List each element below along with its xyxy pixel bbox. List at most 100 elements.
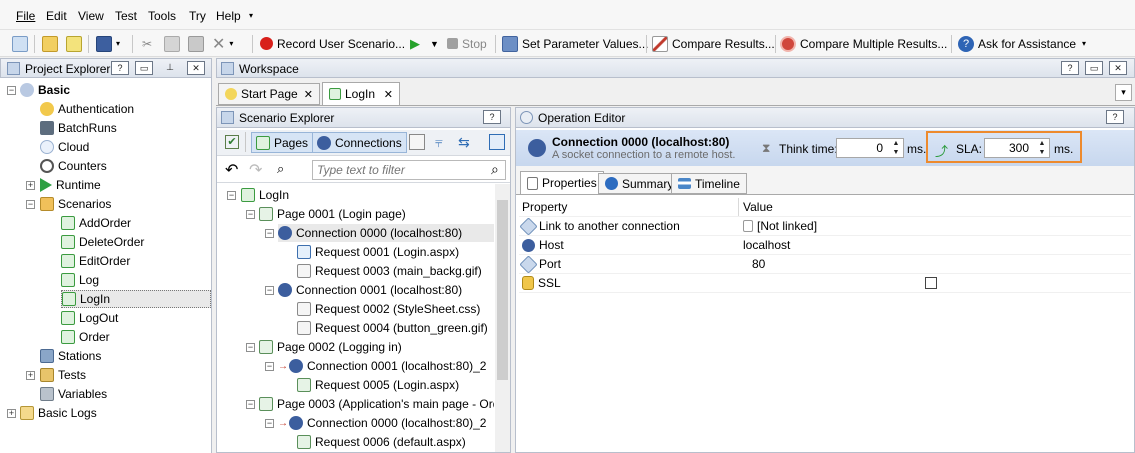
tabs-dropdown-icon[interactable]: ▾: [1115, 84, 1132, 101]
tree-item-scenario-log[interactable]: Log: [61, 271, 99, 289]
expand-toggle[interactable]: −: [246, 343, 255, 352]
tree-request[interactable]: Request 0001 (Login.aspx): [297, 243, 459, 261]
tree-item-authentication[interactable]: Authentication: [40, 100, 134, 118]
sort-icon[interactable]: ⇆: [458, 134, 474, 150]
settings-icon[interactable]: [489, 134, 505, 150]
tree-item-counters[interactable]: Counters: [40, 157, 107, 175]
open-folder-icon[interactable]: [42, 34, 62, 53]
cut-icon[interactable]: ✂: [142, 34, 152, 53]
help-icon[interactable]: ?: [111, 61, 129, 75]
tree-page[interactable]: Page 0001 (Login page): [259, 205, 406, 223]
search-icon[interactable]: ⌕: [491, 161, 499, 178]
copy-icon[interactable]: [409, 134, 425, 150]
tree-item-cloud[interactable]: Cloud: [40, 138, 89, 156]
tab-login[interactable]: LogIn ✕: [322, 82, 400, 105]
expand-toggle[interactable]: −: [246, 210, 255, 219]
menu-tools[interactable]: Tools: [148, 9, 176, 23]
record-button[interactable]: Record User Scenario...: [260, 34, 405, 53]
help-icon[interactable]: ?: [1061, 61, 1079, 75]
property-value-host[interactable]: localhost: [743, 236, 790, 254]
property-value-port[interactable]: 80: [752, 255, 765, 273]
tree-page[interactable]: Page 0003 (Application's main page - Ord…: [259, 395, 494, 413]
close-icon[interactable]: ✕: [187, 61, 205, 75]
scrollbar-thumb[interactable]: [497, 200, 508, 380]
tree-request[interactable]: Request 0003 (main_backg.gif): [297, 262, 482, 280]
tab-summary[interactable]: Summary: [598, 173, 681, 194]
set-parameter-values-button[interactable]: Set Parameter Values...: [502, 34, 649, 53]
tree-item-scenario-addorder[interactable]: AddOrder: [61, 214, 131, 232]
tab-timeline[interactable]: Timeline: [671, 173, 747, 194]
property-row-ssl[interactable]: SSL: [522, 274, 561, 292]
tree-item-scenario-logout[interactable]: LogOut: [61, 309, 118, 327]
tab-properties[interactable]: Properties: [520, 171, 604, 194]
help-icon[interactable]: ?: [1106, 110, 1124, 124]
tree-item-scenario-order[interactable]: Order: [61, 328, 110, 346]
expand-toggle[interactable]: −: [265, 229, 274, 238]
connections-button[interactable]: Connections: [312, 132, 407, 153]
expand-toggle[interactable]: −: [265, 419, 274, 428]
save-icon[interactable]: ▾: [96, 34, 120, 53]
tree-connection[interactable]: Connection 0000 (localhost:80): [278, 224, 494, 242]
menu-try[interactable]: Try: [189, 9, 206, 23]
menu-file[interactable]: File: [16, 9, 35, 23]
expand-toggle[interactable]: −: [26, 200, 35, 209]
property-row-host[interactable]: Host: [522, 236, 564, 254]
tree-request[interactable]: Request 0002 (StyleSheet.css): [297, 300, 480, 318]
tree-item-scenario-editorder[interactable]: EditOrder: [61, 252, 130, 270]
pages-button[interactable]: Pages: [251, 132, 314, 153]
expand-toggle[interactable]: −: [246, 400, 255, 409]
property-row-link[interactable]: Link to another connection: [519, 216, 680, 236]
vertical-scrollbar[interactable]: [495, 184, 510, 452]
tree-item-runtime[interactable]: Runtime: [40, 176, 101, 194]
think-time-spinner[interactable]: ▲ ▼: [890, 139, 902, 157]
tab-close-icon[interactable]: ✕: [304, 88, 313, 101]
copy-icon[interactable]: [164, 34, 184, 53]
tree-connection[interactable]: → Connection 0001 (localhost:80)_2: [278, 357, 486, 375]
tree-item-basic-logs[interactable]: Basic Logs: [20, 404, 97, 422]
tree-connection[interactable]: → Connection 0000 (localhost:80)_2: [278, 414, 486, 432]
redo-icon[interactable]: ↷: [249, 160, 262, 180]
expand-toggle[interactable]: −: [227, 191, 236, 200]
undo-icon[interactable]: ↶: [225, 160, 238, 180]
tree-connection[interactable]: Connection 0001 (localhost:80): [278, 281, 462, 299]
property-row-port[interactable]: Port: [519, 254, 561, 274]
tree-request[interactable]: Request 0004 (button_green.gif): [297, 319, 488, 337]
tree-item-tests[interactable]: Tests: [40, 366, 86, 384]
new-project-icon[interactable]: [12, 34, 32, 53]
restore-icon[interactable]: ▭: [1085, 61, 1103, 75]
tree-item-scenario-login[interactable]: LogIn: [61, 290, 211, 308]
paste-icon[interactable]: [188, 34, 208, 53]
pin-icon[interactable]: ⊥: [161, 61, 179, 75]
refresh-icon[interactable]: [66, 34, 86, 53]
tree-item-scenarios[interactable]: Scenarios: [40, 195, 111, 213]
expand-toggle[interactable]: −: [265, 362, 274, 371]
menu-overflow-icon[interactable]: ▾: [249, 11, 253, 20]
restore-icon[interactable]: ▭: [135, 61, 153, 75]
tree-page[interactable]: Page 0002 (Logging in): [259, 338, 402, 356]
expand-toggle[interactable]: +: [26, 181, 35, 190]
help-icon[interactable]: ?: [483, 110, 501, 124]
stop-button[interactable]: Stop: [447, 34, 487, 53]
menu-edit[interactable]: Edit: [46, 9, 67, 23]
expand-toggle[interactable]: +: [26, 371, 35, 380]
tree-item-variables[interactable]: Variables: [40, 385, 107, 403]
tree-root-login[interactable]: LogIn: [241, 186, 289, 204]
compare-results-button[interactable]: Compare Results...: [652, 34, 775, 53]
tab-close-icon[interactable]: ✕: [384, 88, 393, 101]
tree-item-basic[interactable]: Basic: [20, 81, 70, 99]
run-button[interactable]: ▶ ▼: [410, 34, 439, 53]
compare-multiple-results-button[interactable]: Compare Multiple Results...: [780, 34, 947, 53]
checkbox-icon[interactable]: ✔: [225, 135, 239, 149]
hierarchy-icon[interactable]: ⫧: [435, 134, 451, 150]
menu-view[interactable]: View: [78, 9, 104, 23]
close-icon[interactable]: ✕: [1109, 61, 1127, 75]
tree-item-stations[interactable]: Stations: [40, 347, 101, 365]
property-value-link[interactable]: [Not linked]: [743, 217, 817, 235]
expand-toggle[interactable]: −: [265, 286, 274, 295]
tree-item-scenario-deleteorder[interactable]: DeleteOrder: [61, 233, 144, 251]
tab-start-page[interactable]: Start Page ✕: [218, 83, 320, 105]
expand-toggle[interactable]: +: [7, 409, 16, 418]
tree-request[interactable]: Request 0005 (Login.aspx): [297, 376, 459, 394]
ssl-checkbox[interactable]: [925, 277, 937, 289]
menu-test[interactable]: Test: [115, 9, 137, 23]
